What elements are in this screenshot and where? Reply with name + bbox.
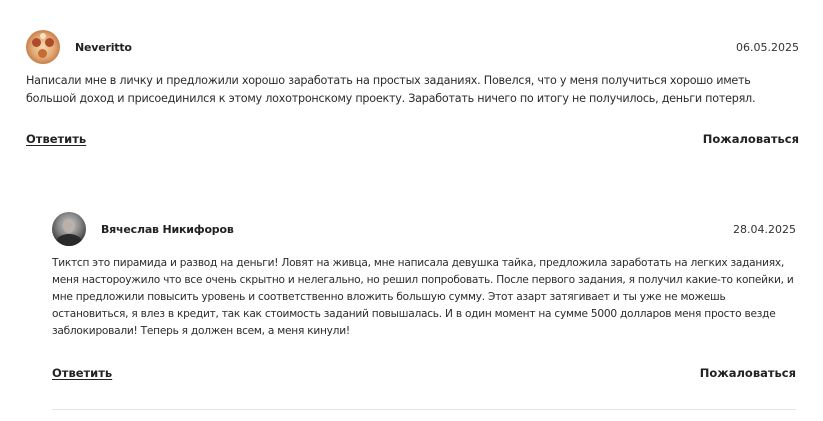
comment-date: 06.05.2025	[736, 40, 799, 54]
comment-actions: Ответить Пожаловаться	[26, 132, 799, 146]
comment-actions: Ответить Пожаловаться	[52, 366, 796, 380]
comment-header: Вячеслав Никифоров 28.04.2025	[52, 212, 796, 246]
comment-reply: Вячеслав Никифоров 28.04.2025 Тиктсп это…	[52, 212, 796, 380]
comment-text: Написали мне в личку и предложили хорошо…	[26, 74, 756, 105]
comment-text: Тиктсп это пирамида и развод на деньги! …	[52, 257, 794, 337]
comment-author: Вячеслав Никифоров	[52, 212, 234, 246]
comment-author: Neveritto	[26, 30, 132, 64]
reply-link[interactable]: Ответить	[52, 366, 112, 380]
report-link[interactable]: Пожаловаться	[703, 132, 799, 146]
author-name: Neveritto	[75, 40, 132, 54]
comment-header: Neveritto 06.05.2025	[26, 30, 799, 64]
report-link[interactable]: Пожаловаться	[700, 366, 796, 380]
comment: Neveritto 06.05.2025 Написали мне в личк…	[26, 30, 799, 146]
user-photo-avatar-icon	[52, 212, 86, 246]
comment-divider	[52, 409, 796, 410]
author-name: Вячеслав Никифоров	[101, 222, 234, 236]
reply-link[interactable]: Ответить	[26, 132, 86, 146]
ornament-avatar-icon	[26, 30, 60, 64]
comment-date: 28.04.2025	[733, 222, 796, 236]
